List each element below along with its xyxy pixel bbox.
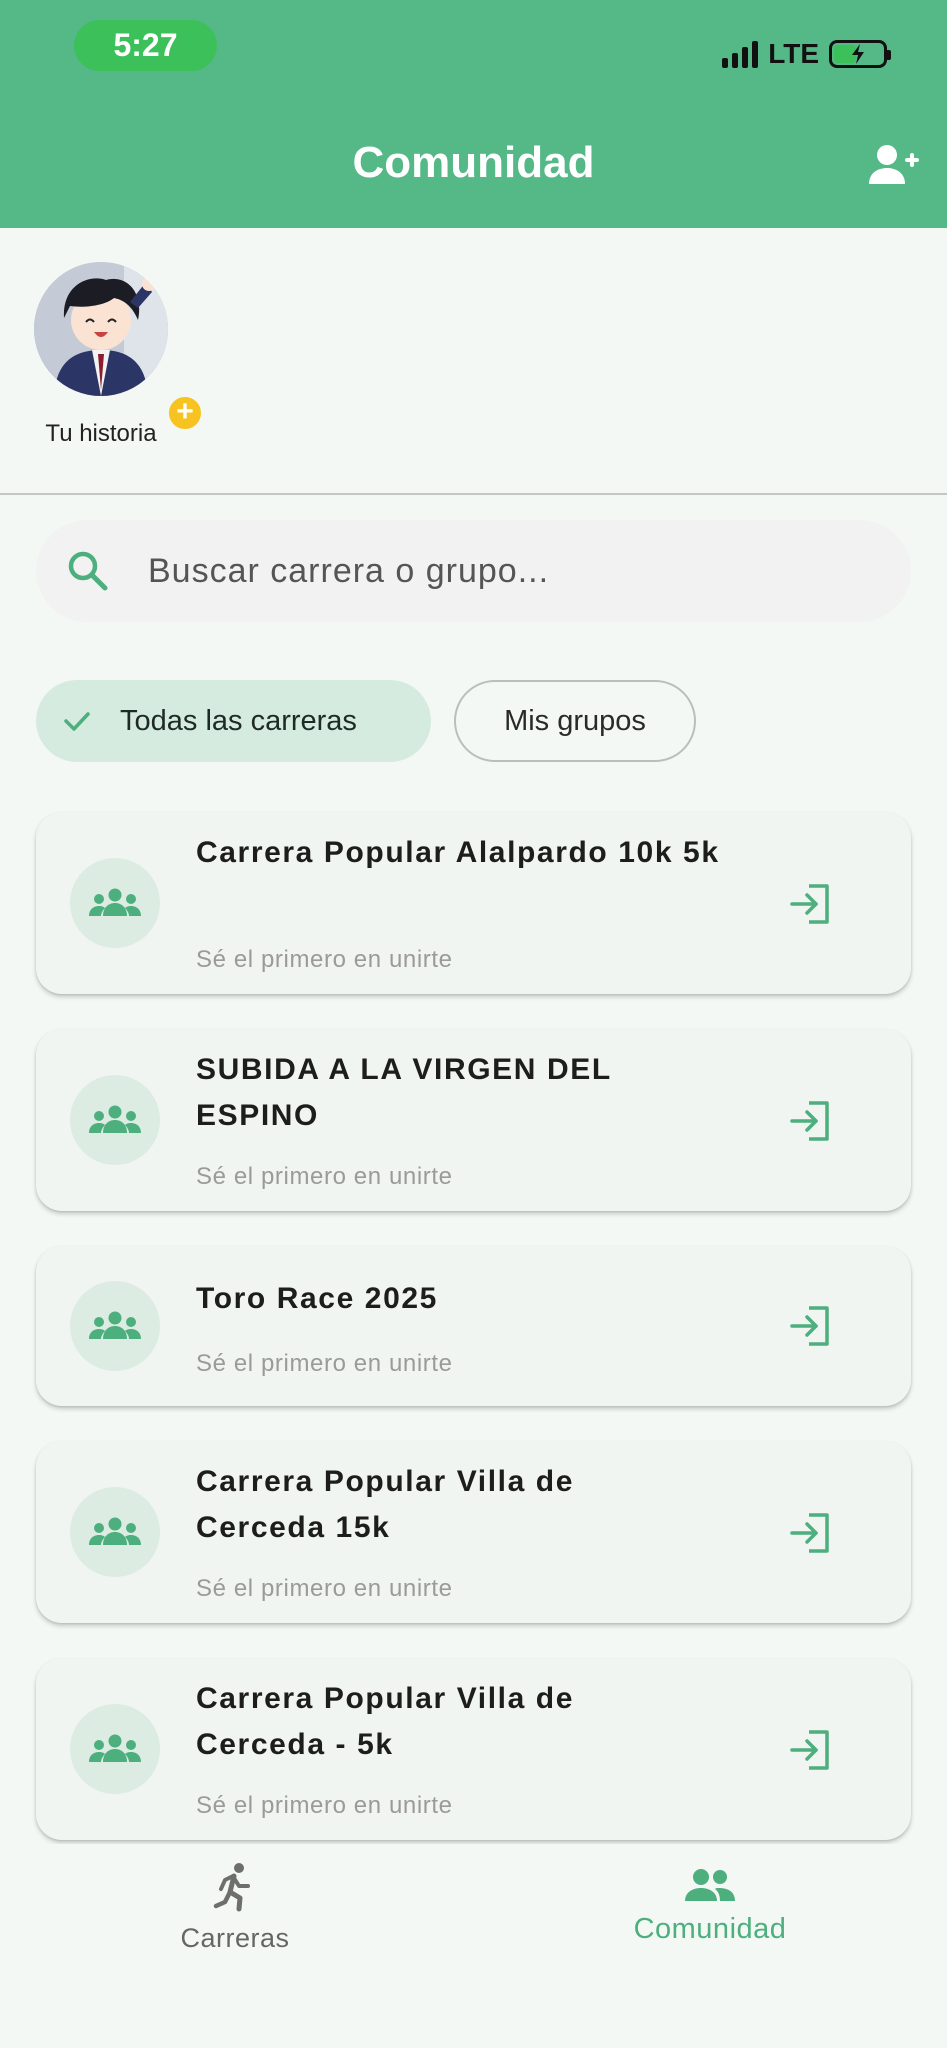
group-card[interactable]: Carrera Popular Alalpardo 10k 5k Sé el p… <box>36 812 911 994</box>
person-add-icon <box>869 145 919 184</box>
nav-carreras-label: Carreras <box>180 1923 290 1953</box>
group-subtitle: Sé el primero en unirte <box>196 1163 453 1190</box>
search-bar[interactable] <box>36 520 911 622</box>
group-subtitle: Sé el primero en unirte <box>196 1792 453 1819</box>
group-avatar <box>70 858 160 948</box>
group-subtitle: Sé el primero en unirte <box>196 946 453 973</box>
group-icon <box>89 1311 141 1339</box>
filter-all-label: Todas las carreras <box>120 704 357 737</box>
group-card[interactable]: Carrera Popular Villa de Cerceda 15k Sé … <box>36 1441 911 1623</box>
running-icon <box>213 1863 250 1912</box>
join-icon[interactable] <box>789 1099 833 1143</box>
join-icon[interactable] <box>789 1304 833 1348</box>
my-story[interactable]: + Tu historia <box>34 262 204 448</box>
filter-mine-label: Mis grupos <box>504 704 646 737</box>
join-icon[interactable] <box>789 1511 833 1555</box>
network-label: LTE <box>768 38 819 69</box>
status-time: 5:27 <box>74 20 217 71</box>
battery-icon <box>829 40 891 68</box>
group-name: Carrera Popular Alalpardo 10k 5k <box>196 836 720 869</box>
page-title: Comunidad <box>352 138 595 187</box>
group-name: Carrera Popular Villa de Cerceda - 5k <box>196 1682 574 1761</box>
group-card[interactable]: Toro Race 2025 Sé el primero en unirte <box>36 1246 911 1406</box>
check-icon <box>64 712 90 731</box>
search-icon <box>68 551 108 591</box>
status-icons: LTE <box>722 34 891 74</box>
group-name: Toro Race 2025 <box>196 1282 438 1315</box>
group-subtitle: Sé el primero en unirte <box>196 1350 453 1377</box>
signal-icon <box>722 40 759 68</box>
group-card[interactable]: Carrera Popular Villa de Cerceda - 5k Sé… <box>36 1658 911 1840</box>
bottom-navigation: Carreras Comunidad <box>0 1844 947 2048</box>
nav-comunidad[interactable]: Comunidad <box>610 1868 810 1946</box>
group-avatar <box>70 1281 160 1371</box>
avatar <box>34 262 168 396</box>
group-icon <box>89 888 141 916</box>
search-input[interactable] <box>148 551 848 591</box>
filter-all-races[interactable]: Todas las carreras <box>36 680 431 762</box>
add-friend-button[interactable] <box>865 140 921 190</box>
join-icon[interactable] <box>789 1728 833 1772</box>
join-icon[interactable] <box>789 882 833 926</box>
nav-comunidad-label: Comunidad <box>633 1913 787 1945</box>
group-icon <box>89 1734 141 1762</box>
stories-row: + Tu historia <box>0 228 947 494</box>
group-subtitle: Sé el primero en unirte <box>196 1575 453 1602</box>
group-name: SUBIDA A LA VIRGEN DEL ESPINO <box>196 1053 612 1132</box>
app-header: 5:27 LTE Comunidad <box>0 0 947 228</box>
nav-carreras[interactable]: Carreras <box>160 1862 310 1954</box>
filter-my-groups[interactable]: Mis grupos <box>454 680 696 762</box>
group-avatar <box>70 1075 160 1165</box>
group-icon <box>89 1105 141 1133</box>
add-story-button[interactable]: + <box>166 394 204 432</box>
group-card[interactable]: SUBIDA A LA VIRGEN DEL ESPINO Sé el prim… <box>36 1029 911 1211</box>
divider <box>0 493 947 495</box>
group-name: Carrera Popular Villa de Cerceda 15k <box>196 1465 574 1544</box>
group-avatar <box>70 1704 160 1794</box>
group-avatar <box>70 1487 160 1577</box>
story-label: Tu historia <box>45 420 157 447</box>
group-icon <box>89 1517 141 1545</box>
group-icon <box>685 1869 735 1901</box>
